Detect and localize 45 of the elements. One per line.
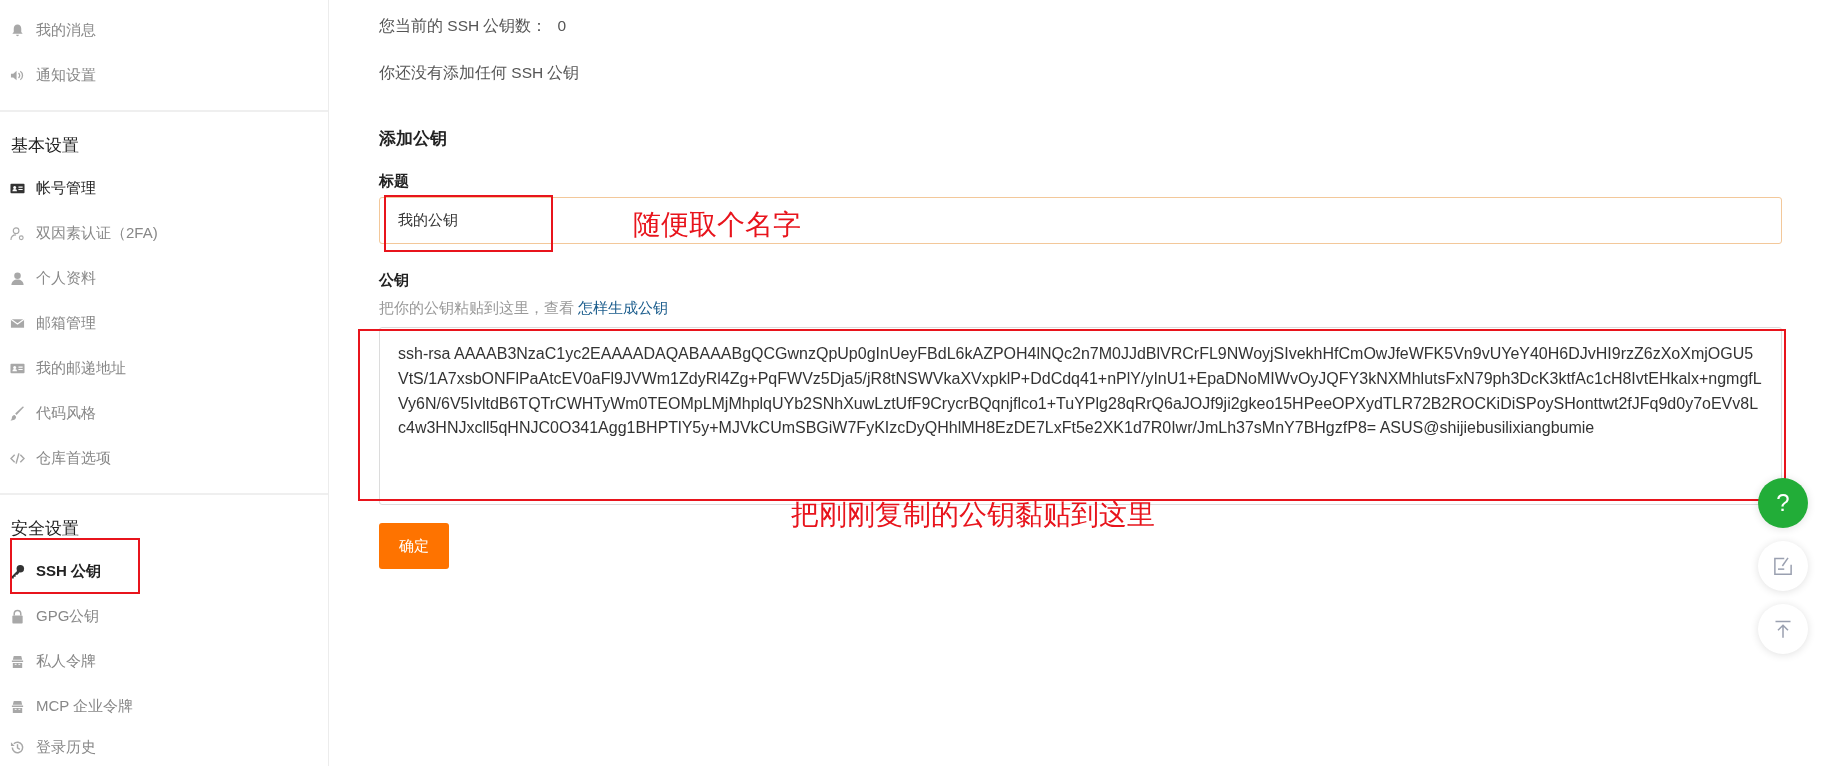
feedback-button[interactable] xyxy=(1758,541,1808,591)
sidebar-item[interactable]: GPG公钥 xyxy=(0,594,328,639)
sidebar-item[interactable]: 我的消息 xyxy=(0,8,328,53)
sidebar-item[interactable]: 私人令牌 xyxy=(0,639,328,684)
hint-text: 把你的公钥粘贴到这里，查看 怎样生成公钥 xyxy=(379,298,670,318)
lock-icon xyxy=(10,609,25,624)
sidebar-item[interactable]: 邮箱管理 xyxy=(0,301,328,346)
section-heading: 安全设置 xyxy=(10,518,80,540)
key-count-label: 您当前的 SSH 公钥数： xyxy=(379,16,548,36)
edit-icon xyxy=(1773,556,1793,576)
sidebar-item[interactable]: 帐号管理 xyxy=(0,166,328,211)
user-outline-icon xyxy=(10,226,25,241)
bell-icon xyxy=(10,23,25,38)
brush-icon xyxy=(10,406,25,421)
id-card-icon xyxy=(10,181,25,196)
sidebar-item[interactable]: 登录历史 xyxy=(0,729,328,765)
section-heading: 基本设置 xyxy=(10,135,80,157)
envelope-icon xyxy=(10,316,25,331)
key-count: 0 xyxy=(557,16,567,36)
submit-button[interactable]: 确定 xyxy=(379,523,449,569)
help-link[interactable]: 怎样生成公钥 xyxy=(578,299,669,316)
key-icon xyxy=(10,564,25,579)
arrow-up-icon xyxy=(1773,619,1793,639)
user-icon xyxy=(10,271,25,286)
sidebar-item[interactable]: 代码风格 xyxy=(0,391,328,436)
sidebar-item[interactable]: 我的邮递地址 xyxy=(0,346,328,391)
sidebar-item[interactable]: SSH 公钥 xyxy=(0,549,328,594)
field-label: 标题 xyxy=(379,171,410,191)
sidebar-item[interactable]: 仓库首选项 xyxy=(0,436,328,481)
sidebar-item[interactable]: 通知设置 xyxy=(0,53,328,98)
agent-icon xyxy=(10,654,25,669)
field-label: 公钥 xyxy=(379,270,410,290)
speaker-icon xyxy=(10,68,25,83)
code-icon xyxy=(10,451,25,466)
back-to-top-button[interactable] xyxy=(1758,604,1808,654)
agent-icon xyxy=(10,699,25,714)
id-card-icon xyxy=(10,361,25,376)
sidebar-item[interactable]: 双因素认证（2FA) xyxy=(0,211,328,256)
annotation-note: 随便取个名字 xyxy=(633,208,801,242)
history-icon xyxy=(10,739,25,755)
sidebar-item[interactable]: 个人资料 xyxy=(0,256,328,301)
help-button[interactable]: ? xyxy=(1758,478,1808,528)
sidebar-item[interactable]: MCP 企业令牌 xyxy=(0,684,328,729)
empty-message: 你还没有添加任何 SSH 公钥 xyxy=(379,63,581,83)
form-heading: 添加公钥 xyxy=(379,128,448,150)
